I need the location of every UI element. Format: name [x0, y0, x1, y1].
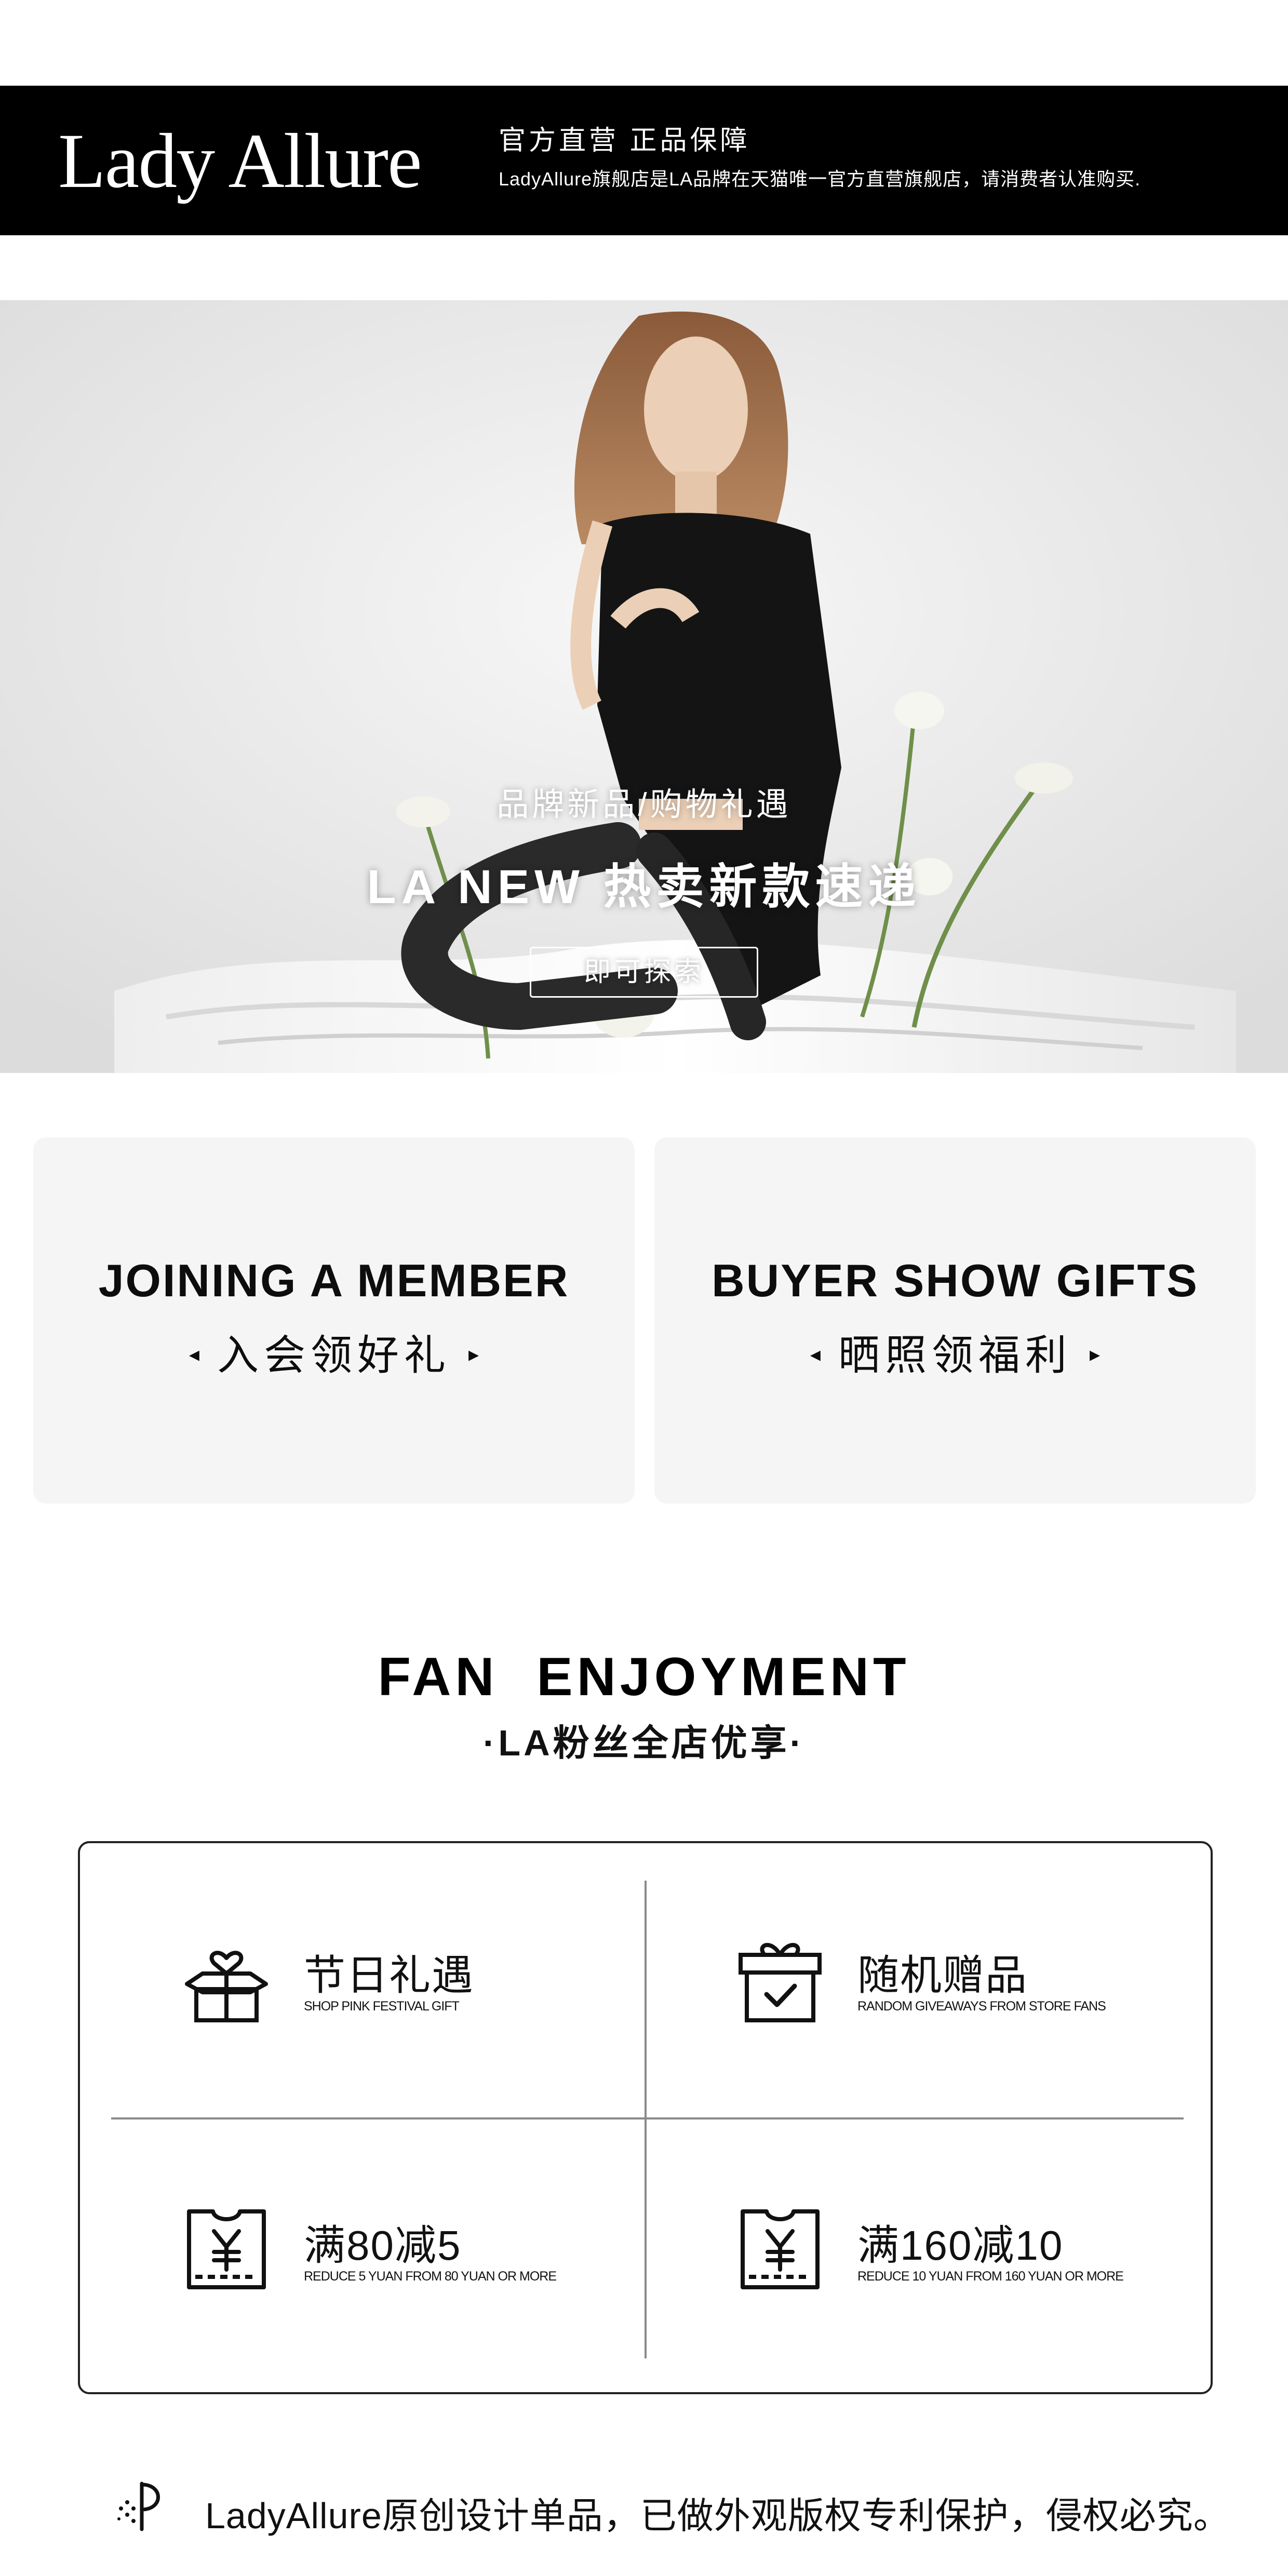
- benefit-reduce-80[interactable]: 满80减5 REDUCE 5 YUAN FROM 80 YUAN OR MORE: [182, 2199, 649, 2303]
- gift-heart-icon: [185, 1951, 268, 2022]
- brand-mark-icon: [117, 2481, 160, 2531]
- caret-right-icon: ▸: [1090, 1343, 1101, 1366]
- hero-title: LA NEW 热卖新款速递: [367, 861, 921, 914]
- benefit-title: 满80减5: [304, 2222, 462, 2269]
- promo-title-en: BUYER SHOW GIFTS: [712, 1255, 1199, 1306]
- hero-banner[interactable]: 品牌新品/购物礼遇 LA NEW 热卖新款速递 即可探索: [0, 300, 1288, 1073]
- benefit-title: 满160减10: [857, 2222, 1064, 2269]
- promo-title-cn: ◂ 入会领好礼 ▸: [33, 1322, 635, 1382]
- yuan-coupon-icon: [741, 2209, 820, 2289]
- benefit-reduce-160[interactable]: 满160减10 REDUCE 10 YUAN FROM 160 YUAN OR …: [735, 2199, 1203, 2303]
- explore-button[interactable]: 即可探索: [530, 947, 758, 998]
- promo-card-member[interactable]: JOINING A MEMBER ◂ 入会领好礼 ▸: [33, 1137, 635, 1504]
- benefit-title: 随机赠品: [857, 1952, 1028, 1998]
- brand-description: LadyAllure旗舰店是LA品牌在天猫唯一官方直营旗舰店，请消费者认准购买.: [499, 168, 1141, 190]
- promo-title-en: JOINING A MEMBER: [98, 1255, 570, 1306]
- benefits-panel: 节日礼遇 SHOP PINK FESTIVAL GIFT 随机赠品 RANDOM…: [78, 1841, 1213, 2394]
- promo-cn-label: 晒照领福利: [838, 1332, 1072, 1378]
- divider-horizontal: [111, 2117, 1184, 2119]
- fan-section-title: FAN ENJOYMENT: [378, 1647, 910, 1707]
- benefit-subtitle: RANDOM GIVEAWAYS FROM STORE FANS: [857, 1999, 1106, 2014]
- caret-right-icon: ▸: [468, 1343, 479, 1366]
- brand-banner: Lady Allure 官方直营 正品保障 LadyAllure旗舰店是LA品牌…: [0, 86, 1288, 235]
- caret-left-icon: ◂: [189, 1343, 199, 1366]
- benefit-festival-gift[interactable]: 节日礼遇 SHOP PINK FESTIVAL GIFT: [182, 1929, 649, 2033]
- hero-tagline: 品牌新品/购物礼遇: [497, 787, 791, 823]
- brand-slogan: 官方直营 正品保障: [499, 126, 750, 156]
- benefit-subtitle: REDUCE 10 YUAN FROM 160 YUAN OR MORE: [857, 2269, 1124, 2284]
- yuan-coupon-icon: [187, 2209, 266, 2289]
- caret-left-icon: ◂: [810, 1343, 821, 1366]
- benefit-subtitle: REDUCE 5 YUAN FROM 80 YUAN OR MORE: [304, 2269, 557, 2284]
- gift-box-check-icon: [739, 1943, 822, 2022]
- benefit-subtitle: SHOP PINK FESTIVAL GIFT: [304, 1999, 460, 2014]
- benefit-random-gift[interactable]: 随机赠品 RANDOM GIVEAWAYS FROM STORE FANS: [735, 1929, 1203, 2033]
- copyright-note: LadyAllure原创设计单品，已做外观版权专利保护，侵权必究。: [112, 2477, 1254, 2540]
- promo-cn-label: 入会领好礼: [217, 1332, 451, 1378]
- promo-title-cn: ◂ 晒照领福利 ▸: [654, 1322, 1256, 1382]
- benefit-title: 节日礼遇: [304, 1952, 474, 1998]
- fan-section-subtitle: ·LA粉丝全店优享·: [483, 1723, 805, 1763]
- brand-logo[interactable]: Lady Allure: [58, 117, 422, 205]
- copyright-text: LadyAllure原创设计单品，已做外观版权专利保护，侵权必究。: [205, 2496, 1230, 2536]
- promo-card-buyer-show[interactable]: BUYER SHOW GIFTS ◂ 晒照领福利 ▸: [654, 1137, 1256, 1504]
